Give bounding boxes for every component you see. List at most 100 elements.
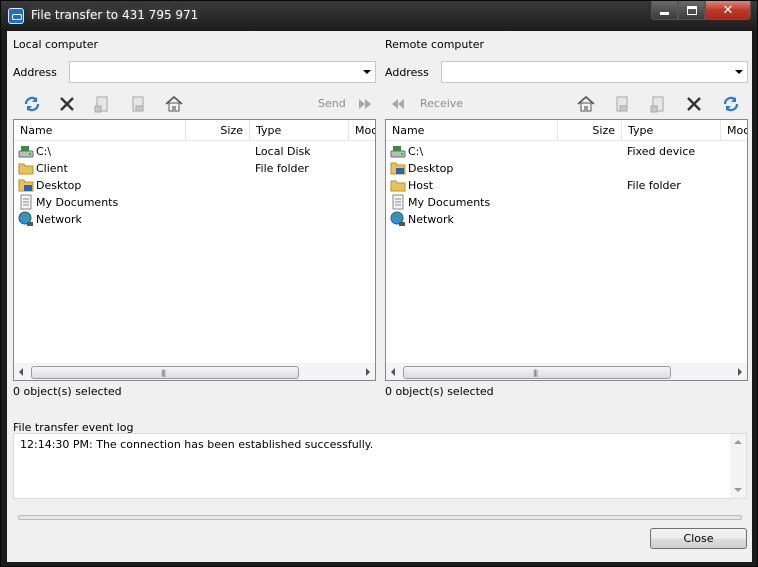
local-list-header: Name Size Type Moc xyxy=(14,120,375,141)
grip-icon: ||| xyxy=(161,369,166,377)
folder-icon xyxy=(390,177,406,193)
drive-icon xyxy=(18,143,34,159)
home-icon[interactable] xyxy=(165,95,183,113)
list-item[interactable]: My Documents xyxy=(386,194,747,211)
scroll-thumb[interactable]: ||| xyxy=(403,366,671,379)
item-type: Fixed device xyxy=(627,145,696,158)
column-size[interactable]: Size xyxy=(186,120,250,141)
remote-horizontal-scrollbar[interactable]: ||| xyxy=(386,363,747,380)
list-item[interactable]: Desktop xyxy=(386,160,747,177)
close-icon: ✕ xyxy=(722,2,734,18)
local-address-label: Address xyxy=(13,66,57,79)
minimize-button[interactable] xyxy=(651,1,678,20)
scroll-down-icon[interactable] xyxy=(734,488,742,492)
log-entry: 12:14:30 PM: The connection has been est… xyxy=(20,438,374,451)
scroll-thumb[interactable]: ||| xyxy=(31,366,299,379)
item-type: File folder xyxy=(255,162,309,175)
drive-icon xyxy=(390,143,406,159)
minimize-icon xyxy=(660,11,669,15)
window-title: File transfer to 431 795 971 xyxy=(31,8,199,22)
delete-icon[interactable] xyxy=(685,95,703,113)
list-item[interactable]: Desktop xyxy=(14,177,375,194)
receive-arrow-icon[interactable] xyxy=(389,95,407,113)
list-item[interactable]: Network xyxy=(14,211,375,228)
chevron-down-icon[interactable] xyxy=(363,70,371,74)
new-file-icon[interactable] xyxy=(649,95,667,113)
desktop-folder-icon xyxy=(390,160,406,176)
maximize-button[interactable] xyxy=(678,1,705,20)
column-type[interactable]: Type xyxy=(622,120,721,141)
new-folder-icon[interactable] xyxy=(129,95,147,113)
network-icon xyxy=(390,211,406,227)
log-vertical-scrollbar[interactable] xyxy=(730,434,746,498)
teamviewer-app-icon xyxy=(8,8,24,24)
title-bar[interactable]: File transfer to 431 795 971 ✕ xyxy=(1,1,757,31)
maximize-icon xyxy=(686,5,697,15)
item-name: Client xyxy=(36,162,68,175)
column-name[interactable]: Name xyxy=(386,120,558,141)
list-item[interactable]: Network xyxy=(386,211,747,228)
event-log[interactable]: 12:14:30 PM: The connection has been est… xyxy=(13,433,747,499)
refresh-icon[interactable] xyxy=(23,95,41,113)
documents-icon xyxy=(390,194,406,210)
list-item[interactable]: C:\ Fixed device xyxy=(386,143,747,160)
local-file-list[interactable]: Name Size Type Moc C:\ Local Disk Client Fi… xyxy=(13,119,376,381)
send-label[interactable]: Send xyxy=(318,97,346,110)
scroll-left-icon[interactable] xyxy=(19,368,23,376)
new-file-icon[interactable] xyxy=(93,95,111,113)
item-name: Desktop xyxy=(36,179,82,192)
column-modified[interactable]: Moc xyxy=(721,120,747,141)
scroll-right-icon[interactable] xyxy=(738,368,742,376)
list-item[interactable]: C:\ Local Disk xyxy=(14,143,375,160)
local-computer-label: Local computer xyxy=(13,38,99,51)
chevron-down-icon[interactable] xyxy=(735,70,743,74)
grip-icon: ||| xyxy=(533,369,538,377)
local-toolbar: Send xyxy=(13,93,376,115)
remote-list-header: Name Size Type Moc xyxy=(386,120,747,141)
list-item[interactable]: Client File folder xyxy=(14,160,375,177)
folder-icon xyxy=(18,160,34,176)
network-icon xyxy=(18,211,34,227)
item-name: My Documents xyxy=(36,196,119,209)
remote-status: 0 object(s) selected xyxy=(385,385,494,398)
documents-icon xyxy=(18,194,34,210)
local-address-combobox[interactable] xyxy=(69,61,376,83)
close-button[interactable]: Close xyxy=(650,528,747,549)
column-size[interactable]: Size xyxy=(558,120,622,141)
item-name: C:\ xyxy=(36,145,52,158)
scroll-up-icon[interactable] xyxy=(734,440,742,444)
item-type: File folder xyxy=(627,179,681,192)
item-name: C:\ xyxy=(408,145,424,158)
dialog-client-area: Local computer Address Send Name Size Ty… xyxy=(7,31,752,562)
transfer-progress-bar xyxy=(18,515,742,520)
column-modified[interactable]: Moc xyxy=(349,120,375,141)
remote-toolbar: Receive xyxy=(385,93,748,115)
receive-label[interactable]: Receive xyxy=(420,97,463,110)
remote-address-combobox[interactable] xyxy=(441,61,748,83)
list-item[interactable]: My Documents xyxy=(14,194,375,211)
item-name: Host xyxy=(408,179,434,192)
home-icon[interactable] xyxy=(577,95,595,113)
new-folder-icon[interactable] xyxy=(613,95,631,113)
column-type[interactable]: Type xyxy=(250,120,349,141)
column-name[interactable]: Name xyxy=(14,120,186,141)
scroll-left-icon[interactable] xyxy=(391,368,395,376)
desktop-folder-icon xyxy=(18,177,34,193)
refresh-icon[interactable] xyxy=(722,95,740,113)
scroll-right-icon[interactable] xyxy=(366,368,370,376)
remote-computer-label: Remote computer xyxy=(385,38,484,51)
window-close-button[interactable]: ✕ xyxy=(705,1,751,20)
file-transfer-window: File transfer to 431 795 971 ✕ Local com… xyxy=(0,0,758,567)
send-arrow-icon[interactable] xyxy=(356,95,374,113)
item-name: Network xyxy=(408,213,454,226)
list-item[interactable]: Host File folder xyxy=(386,177,747,194)
item-type: Local Disk xyxy=(255,145,311,158)
local-horizontal-scrollbar[interactable]: ||| xyxy=(14,363,375,380)
delete-icon[interactable] xyxy=(58,95,76,113)
item-name: Network xyxy=(36,213,82,226)
item-name: Desktop xyxy=(408,162,454,175)
remote-address-label: Address xyxy=(385,66,429,79)
item-name: My Documents xyxy=(408,196,491,209)
local-status: 0 object(s) selected xyxy=(13,385,122,398)
remote-file-list[interactable]: Name Size Type Moc C:\ Fixed device Deskto… xyxy=(385,119,748,381)
